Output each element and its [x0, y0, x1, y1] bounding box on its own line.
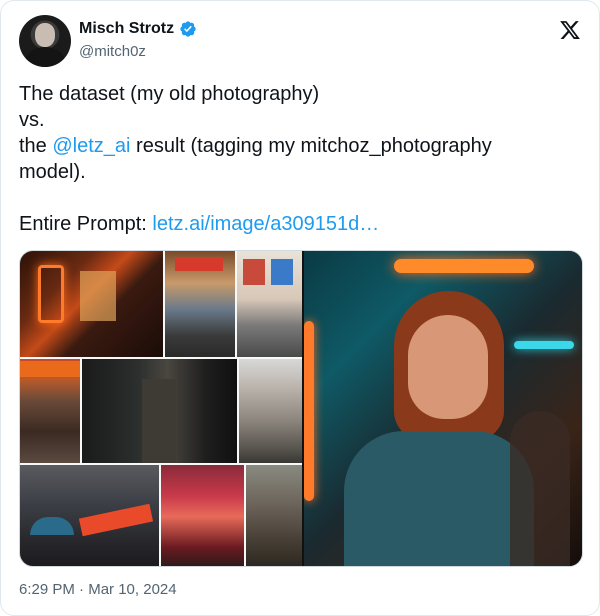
avatar[interactable]: [19, 15, 71, 67]
prompt-link[interactable]: letz.ai/image/a309151d…: [152, 213, 379, 235]
tweet-text-line: The dataset (my old photography): [19, 83, 320, 105]
avatar-body-shape: [25, 47, 65, 67]
red-shop-photo[interactable]: [161, 465, 244, 566]
neon-tube-shape: [304, 321, 314, 501]
crab-restaurant-photo[interactable]: [20, 359, 80, 463]
tweet-text: The dataset (my old photography) vs. the…: [19, 81, 579, 237]
timestamp-separator: ·: [74, 581, 89, 598]
street-buildings-photo[interactable]: [239, 359, 302, 463]
doorway-shape: [142, 379, 176, 463]
street-vendor-photo[interactable]: [246, 465, 302, 566]
neon-sign-shape: [38, 265, 64, 323]
tweet-card: Misch Strotz @mitch0z The dataset (my ol…: [0, 0, 600, 616]
tweet-text-line: Entire Prompt: letz.ai/image/a309151d…: [19, 211, 579, 237]
tweet-header: Misch Strotz @mitch0z: [19, 15, 583, 67]
photography-grid: [20, 251, 302, 566]
tweet-date: Mar 10, 2024: [88, 581, 177, 598]
tweet-text-line: vs.: [19, 109, 45, 131]
crab-sign-shape: [20, 361, 80, 377]
neon-tube-shape: [514, 341, 574, 349]
storefront-neon-photo[interactable]: [20, 251, 163, 357]
window-shape: [80, 271, 116, 321]
poster-shape: [271, 259, 293, 285]
author-name-row: Misch Strotz: [79, 20, 197, 38]
avatar-face-shape: [35, 23, 55, 47]
neon-tube-shape: [394, 259, 534, 273]
tweet-text-fragment: result (tagging my mitchoz_photography: [130, 135, 492, 157]
x-logo-icon[interactable]: [559, 19, 581, 41]
poster-wall-photo[interactable]: [237, 251, 302, 357]
market-stall-photo[interactable]: [165, 251, 235, 357]
tweet-text-fragment: the: [19, 135, 53, 157]
portrait-jacket-shape: [344, 431, 534, 566]
tweet-time: 6:29 PM: [19, 581, 75, 598]
tweet-media[interactable]: [19, 250, 583, 567]
mention-link[interactable]: @letz_ai: [52, 135, 130, 157]
sign-shape: [175, 257, 223, 271]
prompt-label: Entire Prompt:: [19, 213, 153, 235]
text-spacer: [19, 185, 579, 211]
store-sign-shape: [78, 503, 154, 537]
tweet-text-line: the @letz_ai result (tagging my mitchoz_…: [19, 133, 579, 159]
seven-eleven-street-photo[interactable]: [20, 465, 159, 566]
ai-portrait-neon-photo[interactable]: [304, 251, 582, 566]
author-display-name[interactable]: Misch Strotz: [79, 20, 174, 38]
author-handle[interactable]: @mitch0z: [79, 43, 146, 60]
tweet-text-line: model).: [19, 161, 86, 183]
tweet-timestamp[interactable]: 6:29 PM · Mar 10, 2024: [19, 581, 177, 598]
verified-badge-icon: [180, 21, 196, 37]
umbrella-shape: [30, 517, 74, 535]
alley-doorway-photo[interactable]: [82, 359, 237, 463]
background-person-shape: [510, 411, 570, 566]
portrait-face-shape: [408, 315, 488, 419]
poster-shape: [243, 259, 265, 285]
